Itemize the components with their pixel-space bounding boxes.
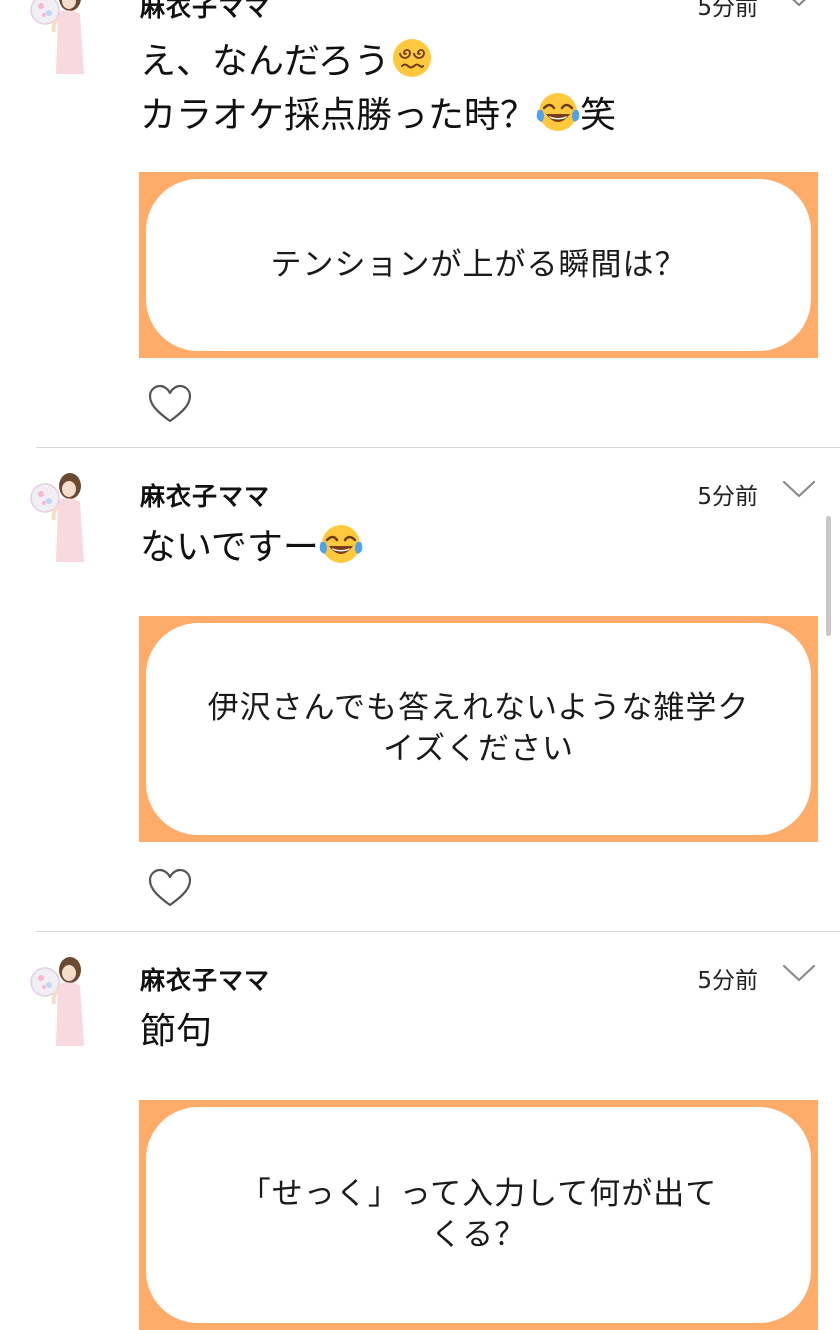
- question-card[interactable]: 「せっく」って入力して何が出て くる？: [139, 1100, 818, 1330]
- dizzy-face-emoji-icon: [391, 38, 432, 78]
- heart-outline-icon[interactable]: [148, 868, 192, 908]
- tears-of-joy-emoji-icon: [536, 91, 581, 133]
- question-card[interactable]: 伊沢さんでも答えれないような雑学ク イズください: [139, 616, 818, 842]
- timestamp: 5分前: [697, 968, 758, 994]
- question-line: くる？: [430, 1217, 527, 1253]
- reply-line: 節句: [140, 1011, 213, 1052]
- question-card[interactable]: テンションが上がる瞬間は？: [139, 172, 818, 358]
- post-divider: [36, 447, 840, 448]
- question-line: イズください: [382, 731, 575, 767]
- reply-text: 節句: [140, 1005, 212, 1059]
- timestamp: 5分前: [697, 484, 758, 510]
- reply-line: ないですー: [140, 527, 319, 568]
- chevron-down-icon[interactable]: [782, 479, 816, 499]
- question-card-inner: テンションが上がる瞬間は？: [146, 179, 811, 351]
- post-divider: [36, 931, 840, 932]
- question-line: 「せっく」って入力して何が出て: [239, 1176, 718, 1212]
- question-card-inner: 「せっく」って入力して何が出て くる？: [146, 1107, 811, 1323]
- reply-text: ないですー: [140, 521, 363, 575]
- question-card-inner: 伊沢さんでも答えれないような雑学ク イズください: [146, 623, 811, 835]
- reply-suffix: 笑: [580, 95, 617, 136]
- chevron-down-icon[interactable]: [782, 963, 816, 983]
- question-text: 伊沢さんでも答えれないような雑学ク イズください: [168, 688, 790, 770]
- user-avatar[interactable]: [30, 956, 88, 1048]
- scrollbar[interactable]: [826, 516, 831, 636]
- chevron-down-icon[interactable]: [782, 0, 816, 8]
- tears-of-joy-emoji-icon: [318, 523, 363, 565]
- username[interactable]: 麻衣子ママ: [140, 0, 270, 24]
- user-avatar[interactable]: [30, 0, 88, 76]
- username[interactable]: 麻衣子ママ: [140, 961, 270, 997]
- question-text: 「せっく」って入力して何が出て くる？: [200, 1174, 758, 1256]
- question-text: テンションが上がる瞬間は？: [270, 246, 687, 283]
- reply-line: カラオケ採点勝った時？: [140, 95, 537, 136]
- username[interactable]: 麻衣子ママ: [140, 477, 270, 513]
- timestamp: 5分前: [697, 0, 758, 21]
- question-line: 伊沢さんでも答えれないような雑学ク: [207, 690, 750, 726]
- reply-text: え、なんだろう カラオケ採点勝った時？ 笑: [140, 35, 616, 143]
- user-avatar[interactable]: [30, 472, 88, 564]
- heart-outline-icon[interactable]: [148, 384, 192, 424]
- reply-line: え、なんだろう: [140, 41, 390, 82]
